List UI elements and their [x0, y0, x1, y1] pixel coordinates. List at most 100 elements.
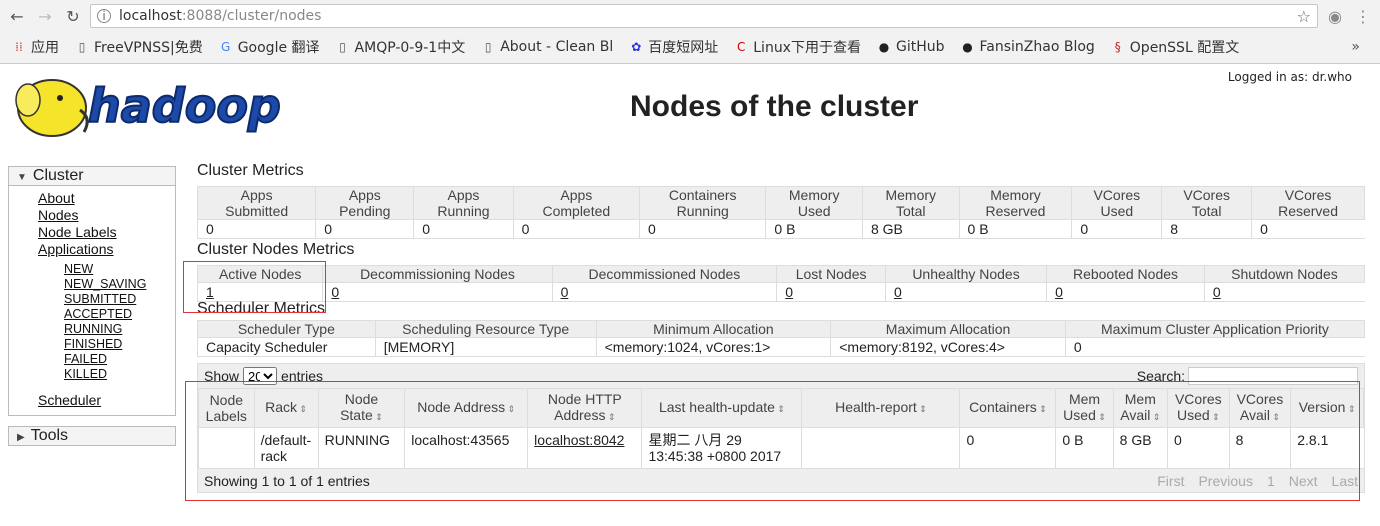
- sidebar-app-state-failed[interactable]: FAILED: [9, 352, 175, 367]
- tools-section-header[interactable]: ▶ Tools: [8, 426, 176, 446]
- metric-header: Apps Running: [413, 186, 514, 220]
- metric-value: 0: [413, 219, 514, 239]
- bookmark-label: AMQP-0-9-1中文: [354, 40, 466, 56]
- metric-header: Scheduling Resource Type: [374, 320, 597, 338]
- bookmark-item[interactable]: ▯ FreeVPNSS|免费: [69, 37, 209, 57]
- metric-header-line: VCores: [1284, 187, 1332, 203]
- metric-value-link[interactable]: 0: [1046, 282, 1205, 302]
- cluster-nodes-metrics-table: Active Nodes Decommissioning Nodes Decommi…: [196, 265, 1366, 302]
- metric-header: Decommissioned Nodes: [551, 265, 778, 283]
- metric-header: Apps Submitted: [196, 186, 317, 220]
- metric-value-link[interactable]: 0: [551, 282, 777, 302]
- scheduler-metrics-table: Scheduler Type Scheduling Resource Type Mi…: [197, 320, 1366, 357]
- scheduler-metrics-title: Scheduler Metrics: [197, 300, 326, 317]
- svg-text:hadoop: hadoop: [88, 79, 281, 133]
- reload-icon[interactable]: ↻: [62, 7, 84, 26]
- sidebar-app-state-running[interactable]: RUNNING: [9, 322, 175, 337]
- bookmark-item[interactable]: G Google 翻译: [213, 37, 326, 57]
- metric-header-line: Apps: [348, 187, 381, 203]
- metric-header: Scheduler Type: [197, 320, 376, 338]
- highlight-box-active-nodes: [183, 261, 326, 313]
- address-bar[interactable]: i localhost:8088/cluster/nodes ☆: [90, 4, 1318, 28]
- bookmark-item[interactable]: ✿ 百度短网址: [623, 37, 724, 57]
- sidebar-app-state-new_saving[interactable]: NEW_SAVING: [9, 277, 175, 292]
- sidebar-app-state-accepted[interactable]: ACCEPTED: [9, 307, 175, 322]
- hadoop-logo: hadoop: [15, 78, 282, 137]
- metric-value: 0: [512, 219, 640, 239]
- page: hadoop Logged in as: dr.who Nodes of the…: [0, 64, 1380, 526]
- page-icon: ▯: [78, 40, 86, 54]
- bookmark-label: FansinZhao Blog: [979, 39, 1095, 55]
- metric-value-link[interactable]: 0: [884, 282, 1047, 302]
- sidebar-link-nodes[interactable]: Nodes: [9, 207, 175, 224]
- metric-header: Minimum Allocation: [595, 320, 832, 338]
- cluster-section-header[interactable]: ▼ Cluster: [8, 166, 176, 186]
- sidebar-link-node-labels[interactable]: Node Labels: [9, 224, 175, 241]
- metric-header-line: Apps: [560, 187, 593, 203]
- metric-header: Memory Total: [861, 186, 960, 220]
- bookmark-item[interactable]: ▯ AMQP-0-9-1中文: [330, 37, 472, 57]
- metric-header: Decommissioning Nodes: [322, 265, 553, 283]
- back-arrow-icon[interactable]: ←: [6, 7, 28, 26]
- tools-label: Tools: [30, 427, 69, 444]
- bookmarks-bar: ⁞⁞ 应用 ▯ FreeVPNSS|免费 G Google 翻译 ▯ AMQP-0-9-1中文…: [0, 32, 1380, 62]
- metric-value-link[interactable]: 0: [776, 282, 886, 302]
- metric-header: VCores Reserved: [1251, 186, 1365, 220]
- metric-value-link[interactable]: 0: [322, 282, 553, 302]
- more-bookmarks-icon[interactable]: »: [1351, 39, 1374, 55]
- triangle-down-icon: ▼: [17, 172, 27, 183]
- bookmark-star-icon[interactable]: ☆: [1297, 7, 1311, 26]
- metric-value: 0: [315, 219, 414, 239]
- metric-header-line: Apps: [240, 187, 273, 203]
- metric-value: 0: [1071, 219, 1162, 239]
- cluster-label: Cluster: [32, 167, 84, 184]
- bookmark-label: About - Clean Bl: [500, 39, 614, 55]
- metric-header-line: Memory: [990, 187, 1041, 203]
- metric-value-link[interactable]: 0: [1203, 282, 1365, 302]
- info-icon[interactable]: i: [97, 9, 111, 23]
- url-host: localhost: [119, 8, 182, 24]
- metric-value: 8 GB: [861, 219, 960, 239]
- apps-grid-icon: ⁞⁞: [15, 40, 23, 54]
- metric-header: Shutdown Nodes: [1203, 265, 1366, 283]
- sidebar-app-state-killed[interactable]: KILLED: [9, 367, 175, 382]
- bookmark-item[interactable]: ▯ About - Clean Bl: [475, 39, 619, 55]
- metric-header-line: VCores: [1183, 187, 1230, 203]
- page-title: Nodes of the cluster: [630, 90, 919, 123]
- bookmark-item[interactable]: § OpenSSL 配置文: [1105, 37, 1245, 57]
- metric-header-line: Completed: [542, 203, 611, 219]
- page-icon: ▯: [339, 40, 346, 54]
- bookmark-item[interactable]: ⁞⁞ 应用: [6, 37, 65, 57]
- metric-header: Memory Used: [765, 186, 863, 220]
- menu-icon[interactable]: ⋮: [1352, 7, 1374, 26]
- metric-value: [MEMORY]: [374, 337, 597, 357]
- translate-icon: G: [221, 40, 231, 54]
- metric-value: 8: [1161, 219, 1252, 239]
- sidebar-app-state-new[interactable]: NEW: [9, 262, 175, 277]
- metric-header-line: Total: [1191, 203, 1222, 219]
- bookmark-item[interactable]: ● FansinZhao Blog: [955, 39, 1101, 55]
- metric-header: Memory Reserved: [958, 186, 1073, 220]
- bookmark-label: OpenSSL 配置文: [1129, 40, 1240, 56]
- metric-header: Lost Nodes: [776, 265, 886, 283]
- sidebar-link-scheduler[interactable]: Scheduler: [9, 392, 175, 409]
- sidebar-link-about[interactable]: About: [9, 190, 175, 207]
- c-logo-icon: C: [737, 40, 746, 54]
- metric-header-line: Reserved: [985, 203, 1046, 219]
- bookmark-item[interactable]: ● GitHub: [871, 39, 951, 55]
- forward-arrow-icon[interactable]: →: [34, 7, 56, 26]
- metric-value: 0: [196, 219, 316, 239]
- metric-header-line: Pending: [339, 203, 391, 219]
- openssl-icon: §: [1114, 40, 1121, 54]
- bookmark-item[interactable]: C Linux下用于查看: [728, 37, 867, 57]
- sidebar-app-state-finished[interactable]: FINISHED: [9, 337, 175, 352]
- url-path: :8088/cluster/nodes: [181, 8, 322, 24]
- extension-icon[interactable]: ◉: [1324, 7, 1346, 26]
- metric-value: 0 B: [958, 219, 1072, 239]
- sidebar-link-applications[interactable]: Applications: [9, 241, 175, 258]
- browser-chrome: ← → ↻ i localhost:8088/cluster/nodes ☆ ◉…: [0, 0, 1380, 64]
- sidebar-app-state-submitted[interactable]: SUBMITTED: [9, 292, 175, 307]
- bookmark-label: 应用: [31, 40, 59, 56]
- cluster-metrics-table: Apps Submitted Apps Pending Apps Running Apps C…: [196, 186, 1365, 239]
- cluster-nodes-metrics-title: Cluster Nodes Metrics: [197, 241, 355, 258]
